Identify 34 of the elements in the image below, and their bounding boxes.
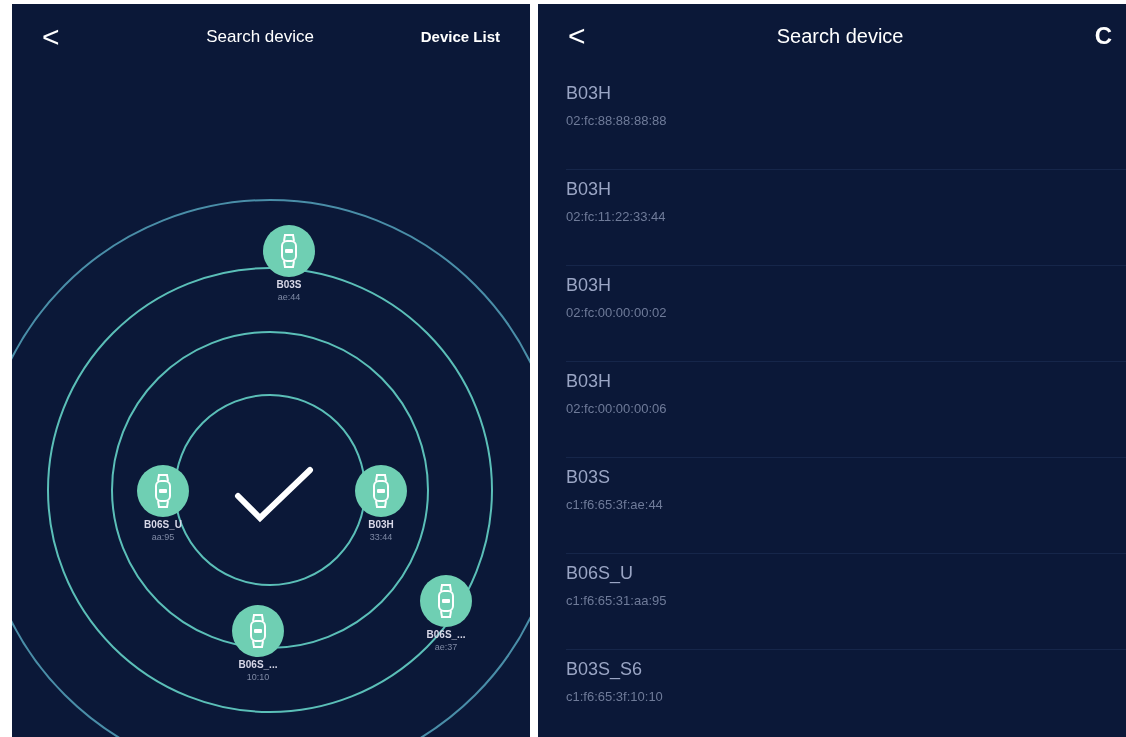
device-name[interactable]: B03H: [566, 274, 1126, 297]
device-name: B06S_U: [144, 519, 182, 532]
screen-title: Search device: [206, 26, 314, 49]
device-name[interactable]: B03S_S6: [566, 658, 1126, 681]
device-name[interactable]: B03S: [566, 466, 1126, 489]
device-address: 02:fc:00:00:00:02: [566, 304, 668, 321]
watch-device-icon[interactable]: [263, 225, 315, 277]
device-name[interactable]: B03H: [566, 82, 1126, 105]
device-address: c1:f6:65:3f:ae:44: [566, 496, 664, 513]
device-address: ae:44: [277, 291, 301, 303]
device-address: 02:fc:00:00:00:06: [566, 400, 668, 417]
watch-device-icon[interactable]: [137, 465, 189, 517]
device-name[interactable]: B03H: [566, 370, 1126, 393]
device-name: B06S_...: [238, 659, 278, 672]
back-button[interactable]: <: [568, 21, 586, 51]
device-address: ae:37: [434, 641, 458, 653]
device-name[interactable]: B06S_U: [566, 562, 1126, 585]
device-address: c1:f6:65:31:aa:95: [566, 592, 668, 609]
device-address: aa:95: [151, 531, 175, 543]
watch-device-icon[interactable]: [420, 575, 472, 627]
device-name: B03S: [276, 279, 302, 292]
device-address: 33:44: [369, 531, 393, 543]
watch-device-icon[interactable]: [232, 605, 284, 657]
refresh-button[interactable]: C: [1094, 18, 1112, 54]
device-address: 10:10: [246, 671, 270, 683]
watch-device-icon[interactable]: [355, 465, 407, 517]
device-name[interactable]: B03H: [566, 178, 1126, 201]
back-button[interactable]: <: [42, 22, 60, 52]
device-list-button[interactable]: Device List: [420, 25, 500, 49]
device-address: 02:fc:88:88:88:88: [566, 112, 668, 129]
screen-title: Search device: [776, 24, 904, 49]
device-address: 02:fc:11:22:33:44: [566, 208, 667, 225]
device-name: B03H: [368, 519, 394, 532]
device-address: c1:f6:65:3f:10:10: [566, 688, 664, 705]
